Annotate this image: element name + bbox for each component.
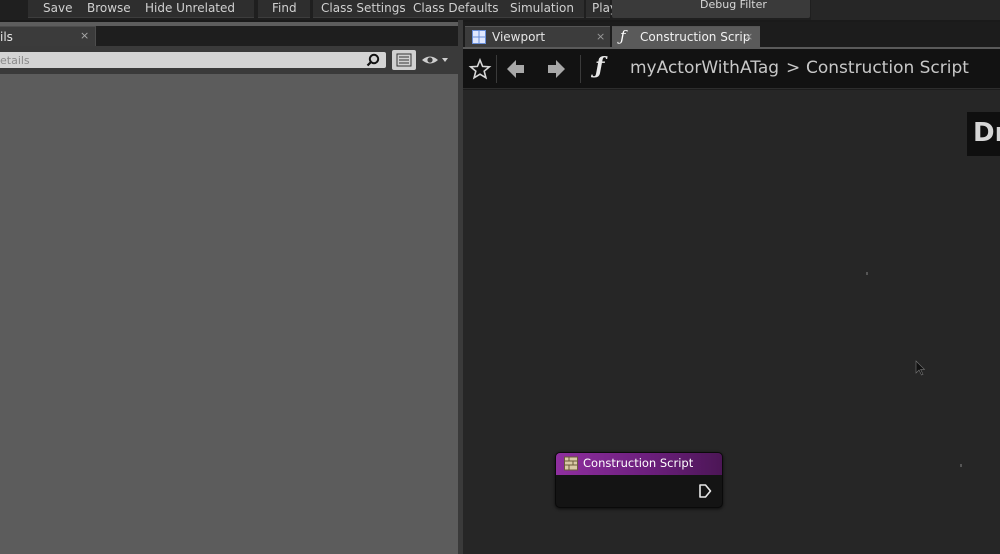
construction-node-icon bbox=[564, 456, 578, 471]
graph-nav-bar: ƒ myActorWithATag > Construction Script bbox=[463, 49, 1000, 89]
visibility-dropdown[interactable] bbox=[420, 51, 454, 69]
graph-watermark-text: Dr bbox=[973, 118, 1000, 148]
nav-divider bbox=[580, 55, 581, 83]
class-settings-button[interactable]: Class Settings bbox=[321, 1, 406, 15]
view-options-button[interactable] bbox=[392, 50, 416, 70]
search-icon[interactable] bbox=[366, 53, 380, 67]
debug-filter-label: Debug Filter bbox=[700, 0, 767, 11]
details-content bbox=[0, 74, 458, 554]
browse-button[interactable]: Browse bbox=[87, 1, 131, 15]
hide-unrelated-button[interactable]: Hide Unrelated bbox=[145, 1, 235, 15]
close-icon[interactable]: × bbox=[744, 30, 753, 43]
find-button[interactable]: Find bbox=[272, 1, 297, 15]
graph-watermark: Dr bbox=[967, 112, 1000, 156]
nav-divider bbox=[496, 55, 497, 83]
node-title: Construction Script bbox=[583, 456, 694, 470]
close-icon[interactable]: × bbox=[596, 30, 605, 43]
tab-viewport-label: Viewport bbox=[492, 30, 546, 44]
save-button[interactable]: Save bbox=[43, 1, 72, 15]
canvas-speck bbox=[866, 272, 868, 275]
canvas-speck bbox=[960, 464, 962, 467]
mouse-cursor-icon bbox=[915, 360, 925, 376]
toolbar-spacer bbox=[811, 0, 1000, 20]
construction-script-node[interactable]: Construction Script bbox=[555, 452, 723, 508]
editor-window: Save Browse Hide Unrelated Find Class Se… bbox=[0, 0, 1000, 554]
tab-viewport[interactable]: Viewport × bbox=[465, 26, 610, 47]
tab-details-label: ils bbox=[0, 30, 13, 44]
details-panel: ils × bbox=[0, 22, 458, 554]
tab-details[interactable]: ils × bbox=[0, 26, 96, 46]
back-arrow-icon[interactable] bbox=[503, 57, 529, 81]
star-icon[interactable] bbox=[467, 57, 493, 81]
details-header bbox=[0, 46, 458, 74]
breadcrumb-separator: > bbox=[786, 58, 801, 78]
search-input[interactable] bbox=[0, 52, 360, 68]
tab-well bbox=[96, 26, 458, 46]
breadcrumb-current: Construction Script bbox=[806, 58, 969, 78]
debug-filter-dropdown[interactable]: Debug Filter bbox=[612, 0, 810, 18]
tab-construction-script[interactable]: ƒ Construction Scrip × bbox=[612, 26, 760, 47]
eye-icon bbox=[422, 56, 448, 64]
function-icon: ƒ bbox=[595, 53, 605, 79]
viewport-icon bbox=[472, 30, 486, 44]
node-header[interactable]: Construction Script bbox=[556, 453, 722, 475]
close-icon[interactable]: × bbox=[80, 29, 89, 42]
class-defaults-button[interactable]: Class Defaults bbox=[413, 1, 498, 15]
function-icon: ƒ bbox=[620, 27, 626, 45]
simulation-button[interactable]: Simulation bbox=[510, 1, 574, 15]
main-toolbar: Save Browse Hide Unrelated Find Class Se… bbox=[0, 0, 1000, 20]
exec-output-pin-icon[interactable] bbox=[698, 483, 712, 499]
graph-editor: Viewport × ƒ Construction Scrip × ƒ myAc… bbox=[463, 22, 1000, 554]
search-box bbox=[0, 52, 386, 68]
graph-canvas[interactable]: Dr Construction Script bbox=[463, 90, 1000, 554]
breadcrumb-parent[interactable]: myActorWithATag bbox=[630, 58, 779, 78]
list-view-icon bbox=[396, 53, 412, 67]
tab-construction-script-label: Construction Scrip bbox=[640, 30, 751, 44]
forward-arrow-icon[interactable] bbox=[543, 57, 569, 81]
